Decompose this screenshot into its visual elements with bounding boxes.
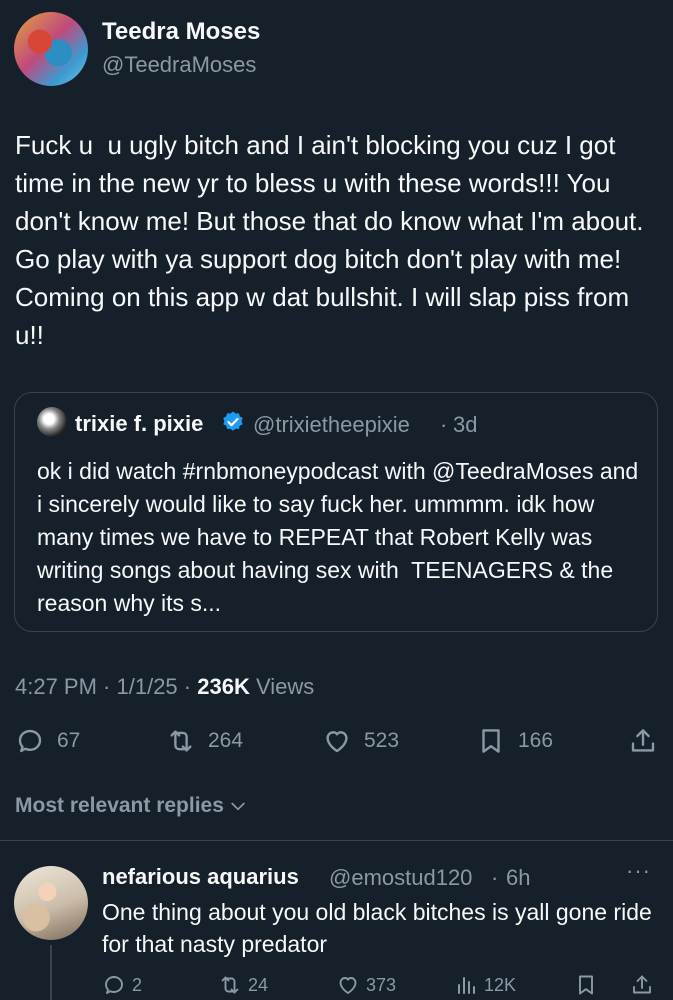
chevron-down-icon bbox=[231, 802, 245, 811]
quoted-author-avatar bbox=[37, 407, 67, 437]
reply-author-name[interactable]: nefarious aquarius bbox=[102, 864, 299, 890]
quoted-tweet-text: ok i did watch #rnbmoneypodcast with @Te… bbox=[37, 458, 645, 616]
tweet-meta: 4:27 PM · 1/1/25 · 236K Views bbox=[15, 674, 315, 699]
tweet-text: Fuck u u ugly bitch and I ain't blocking… bbox=[15, 130, 651, 350]
reply-like-button[interactable]: 373 bbox=[336, 972, 396, 998]
views-count: 236K bbox=[197, 674, 250, 699]
reply-reply-button[interactable]: 2 bbox=[102, 972, 142, 998]
share-upload-icon bbox=[631, 729, 655, 752]
verified-badge-icon bbox=[223, 411, 243, 431]
replies-sort-dropdown[interactable]: Most relevant replies bbox=[15, 794, 248, 818]
reply-text: One thing about you old black bitches is… bbox=[102, 899, 659, 957]
author-name[interactable]: Teedra Moses bbox=[102, 18, 260, 46]
reply-views-button[interactable]: 12K bbox=[454, 972, 516, 998]
reply-separator: · bbox=[491, 865, 499, 890]
heart-icon bbox=[326, 731, 348, 753]
repost-button[interactable]: 264 bbox=[166, 724, 243, 758]
divider bbox=[0, 840, 673, 841]
tweet-time[interactable]: 4:27 PM bbox=[15, 674, 97, 699]
quoted-timestamp: 3d bbox=[453, 412, 478, 437]
reply-like-count: 373 bbox=[366, 974, 397, 995]
heart-icon bbox=[339, 977, 357, 994]
repost-arrows-icon bbox=[221, 976, 239, 994]
reply-count: 67 bbox=[57, 729, 81, 752]
bookmark-icon bbox=[579, 975, 593, 995]
repost-arrows-icon bbox=[170, 730, 192, 752]
quoted-author-name: trixie f. pixie bbox=[75, 411, 204, 436]
like-count: 523 bbox=[364, 729, 400, 752]
reply-button[interactable]: 67 bbox=[15, 724, 80, 758]
like-button[interactable]: 523 bbox=[322, 724, 399, 758]
bookmark-button[interactable]: 166 bbox=[476, 724, 553, 758]
share-upload-icon bbox=[633, 975, 651, 994]
reply-repost-button[interactable]: 24 bbox=[218, 972, 268, 998]
reply-timestamp[interactable]: 6h bbox=[506, 865, 530, 891]
speech-bubble-icon bbox=[18, 729, 42, 753]
quoted-tweet-card[interactable]: trixie f. pixie @trixietheepixie · 3d ok… bbox=[14, 392, 658, 632]
quoted-author-handle: @trixietheepixie bbox=[253, 412, 410, 437]
thread-line bbox=[50, 945, 52, 1000]
speech-bubble-icon bbox=[105, 976, 123, 994]
views-label: Views bbox=[255, 674, 315, 699]
reply-share-button[interactable] bbox=[630, 972, 654, 998]
reply-author-handle[interactable]: @emostud120 bbox=[329, 865, 472, 891]
bookmark-icon bbox=[482, 729, 500, 753]
quoted-separator: · bbox=[440, 412, 448, 437]
reply-bookmark-button[interactable] bbox=[574, 972, 604, 998]
bookmark-count: 166 bbox=[518, 729, 554, 752]
reply-views-count: 12K bbox=[484, 974, 517, 995]
author-handle[interactable]: @TeedraMoses bbox=[102, 52, 256, 78]
reply-author-avatar[interactable] bbox=[14, 866, 88, 940]
bar-chart-icon bbox=[458, 977, 475, 994]
reply-repost-count: 24 bbox=[248, 974, 269, 995]
tweet-date[interactable]: 1/1/25 bbox=[117, 674, 178, 699]
more-options-icon[interactable]: ··· bbox=[626, 858, 651, 884]
share-button[interactable] bbox=[628, 724, 658, 758]
replies-sort-label: Most relevant replies bbox=[15, 794, 224, 817]
reply-reply-count: 2 bbox=[132, 974, 143, 995]
repost-count: 264 bbox=[208, 729, 244, 752]
author-avatar[interactable] bbox=[14, 12, 88, 86]
